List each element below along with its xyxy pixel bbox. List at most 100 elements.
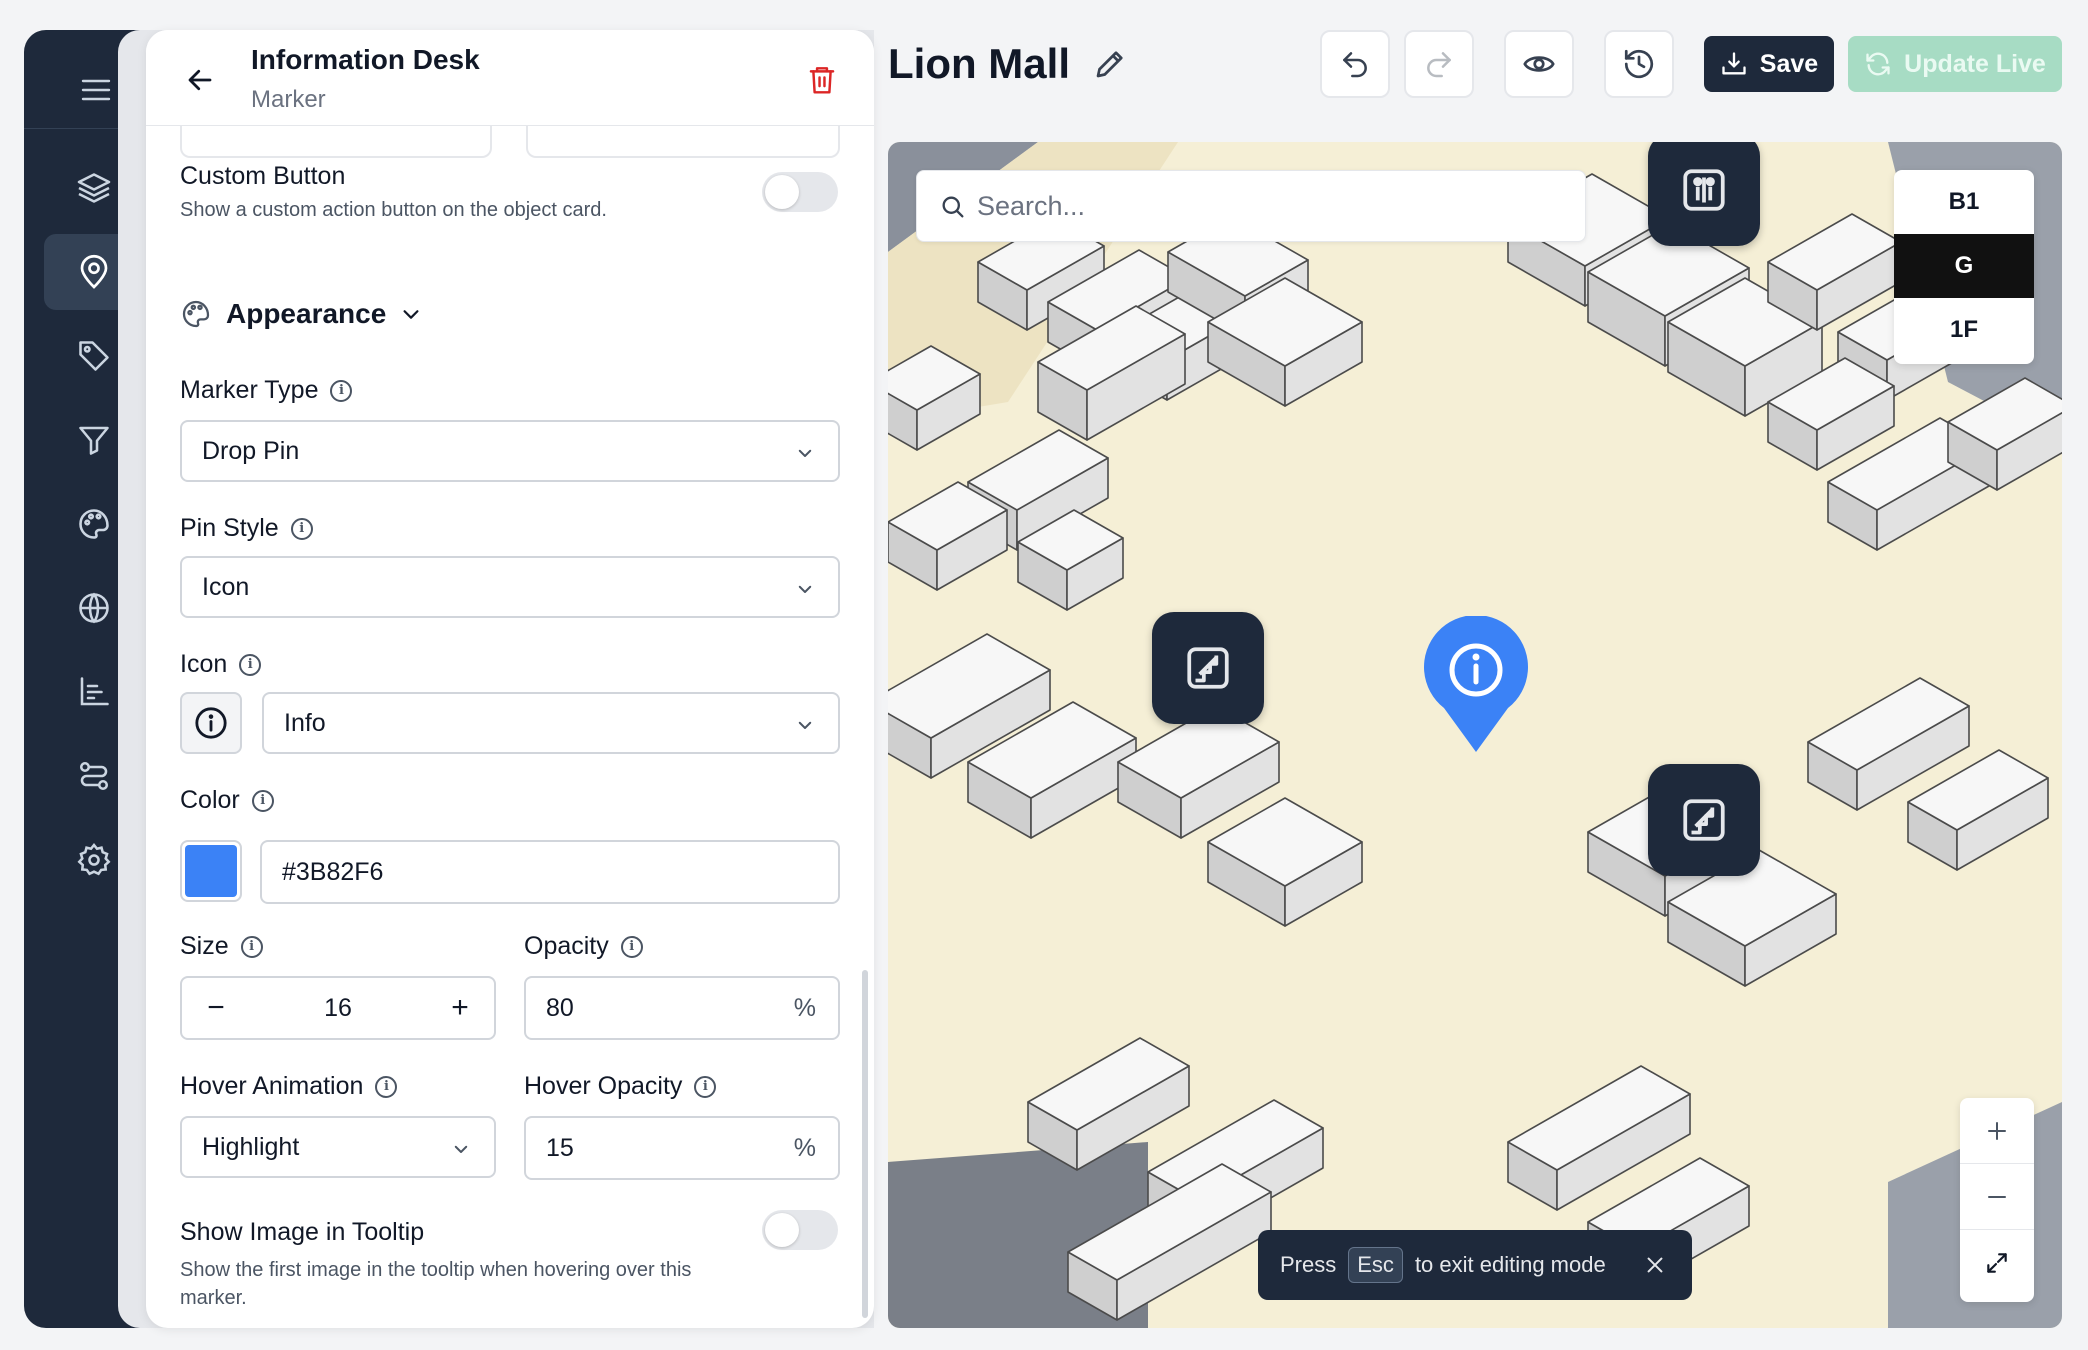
redo-icon	[1427, 52, 1451, 78]
zoom-in-button[interactable]	[1960, 1098, 2034, 1164]
chevron-down-icon	[798, 585, 812, 593]
info-icon	[195, 707, 227, 739]
close-icon[interactable]	[1644, 1254, 1666, 1276]
back-button[interactable]	[180, 60, 220, 100]
size-increment-button[interactable]: +	[440, 988, 480, 1028]
map-canvas[interactable]: Search... B1 G 1F Press Esc to exit edit…	[888, 142, 2062, 1328]
preview-button[interactable]	[1504, 30, 1574, 98]
info-tooltip-icon[interactable]: i	[240, 935, 263, 958]
hover-opacity-input[interactable]: 15 %	[524, 1116, 840, 1180]
save-button[interactable]: Save	[1704, 36, 1834, 92]
color-hex-input[interactable]: #3B82F6	[260, 840, 840, 904]
update-live-button[interactable]: Update Live	[1848, 36, 2062, 92]
info-tooltip-icon[interactable]: i	[620, 935, 643, 958]
hover-animation-label-text: Hover Animation	[180, 1072, 364, 1100]
info-tooltip-icon[interactable]: i	[694, 1075, 717, 1098]
hover-opacity-label-text: Hover Opacity	[524, 1072, 683, 1100]
info-tooltip-icon[interactable]: i	[251, 789, 274, 812]
information-desk-pin[interactable]	[1422, 616, 1530, 756]
gear-icon	[77, 842, 111, 876]
show-image-label: Show Image in Tooltip	[180, 1218, 425, 1246]
palette-icon	[79, 509, 109, 539]
arrow-left-icon	[188, 69, 212, 91]
zoom-controls	[1960, 1098, 2034, 1302]
stairs-icon	[1187, 647, 1229, 689]
info-tooltip-icon[interactable]: i	[239, 653, 262, 676]
chevron-down-icon	[798, 449, 812, 457]
show-image-toggle[interactable]	[762, 1210, 838, 1250]
minus-icon	[1988, 1195, 2006, 1198]
color-swatch[interactable]	[180, 840, 242, 902]
zoom-out-button[interactable]	[1960, 1164, 2034, 1230]
color-label-text: Color	[180, 786, 240, 814]
undo-button[interactable]	[1320, 30, 1390, 98]
color-label: Color i	[180, 786, 274, 815]
restroom-poi[interactable]	[1648, 142, 1760, 246]
floor-g-button[interactable]: G	[1894, 234, 2034, 298]
opacity-value: 80	[546, 993, 574, 1022]
redo-button[interactable]	[1404, 30, 1474, 98]
info-tooltip-icon[interactable]: i	[330, 379, 353, 402]
map-title-text: Lion Mall	[888, 40, 1070, 87]
hover-animation-label: Hover Animation i	[180, 1072, 398, 1101]
opacity-unit: %	[793, 993, 816, 1022]
size-label-text: Size	[180, 932, 229, 960]
stairs-poi[interactable]	[1648, 764, 1760, 876]
filter-icon	[79, 426, 109, 455]
tag-icon	[79, 341, 109, 371]
custom-button-description: Show a custom action button on the objec…	[180, 199, 607, 221]
info-tooltip-icon[interactable]: i	[290, 517, 313, 540]
marker-type-label-text: Marker Type	[180, 376, 319, 404]
icon-label: Icon i	[180, 650, 262, 679]
refresh-icon	[1866, 52, 1890, 76]
opacity-label: Opacity i	[524, 932, 643, 961]
restroom-icon	[1683, 169, 1725, 211]
pin-style-select[interactable]: Icon	[180, 556, 840, 618]
marker-type-value: Drop Pin	[202, 436, 300, 465]
marker-type-select[interactable]: Drop Pin	[180, 420, 840, 482]
floor-selector: B1 G 1F	[1894, 170, 2034, 364]
appearance-section-header[interactable]: Appearance	[180, 298, 422, 330]
color-swatch-fill	[185, 845, 237, 897]
fullscreen-button[interactable]	[1960, 1230, 2034, 1296]
history-button[interactable]	[1604, 30, 1674, 98]
icon-preview[interactable]	[180, 692, 242, 754]
floor-1f-button[interactable]: 1F	[1894, 298, 2034, 362]
info-tooltip-icon[interactable]: i	[375, 1075, 398, 1098]
icon-value: Info	[284, 708, 326, 737]
esc-key: Esc	[1348, 1247, 1403, 1283]
hover-opacity-unit: %	[793, 1133, 816, 1162]
chevron-down-icon	[798, 721, 812, 729]
info-dot	[1472, 653, 1480, 661]
pin-style-label: Pin Style i	[180, 514, 313, 543]
opacity-input[interactable]: 80 %	[524, 976, 840, 1040]
appearance-title: Appearance	[226, 298, 387, 329]
opacity-label-text: Opacity	[524, 932, 609, 960]
chevron-down-icon	[454, 1145, 468, 1153]
icon-select[interactable]: Info	[262, 692, 840, 754]
clipped-field-right	[526, 126, 840, 158]
plus-icon	[1988, 1121, 2006, 1140]
toggle-knob	[765, 175, 799, 209]
menu-icon[interactable]	[68, 62, 124, 118]
show-image-description: Show the first image in the tooltip when…	[180, 1259, 692, 1309]
custom-button-toggle[interactable]	[762, 172, 838, 212]
download-icon	[1722, 52, 1746, 75]
map-search-input[interactable]: Search...	[916, 170, 1586, 242]
toggle-knob	[765, 1213, 799, 1247]
trash-icon	[809, 67, 835, 94]
toast-suffix: to exit editing mode	[1414, 1252, 1606, 1277]
palette-icon	[182, 300, 210, 328]
globe-icon	[79, 592, 109, 624]
hover-animation-select[interactable]: Highlight	[180, 1116, 496, 1178]
floor-b1-button[interactable]: B1	[1894, 170, 2034, 234]
eye-icon	[1523, 56, 1555, 72]
editing-mode-toast: Press Esc to exit editing mode	[1258, 1230, 1692, 1300]
stairs-poi[interactable]	[1152, 612, 1264, 724]
pencil-icon[interactable]	[1092, 46, 1128, 82]
search-placeholder: Search...	[977, 190, 1086, 221]
panel-scrollbar[interactable]	[862, 970, 868, 1318]
map-pin-icon	[80, 254, 108, 289]
expand-icon	[1987, 1253, 2007, 1273]
delete-button[interactable]	[802, 60, 842, 100]
